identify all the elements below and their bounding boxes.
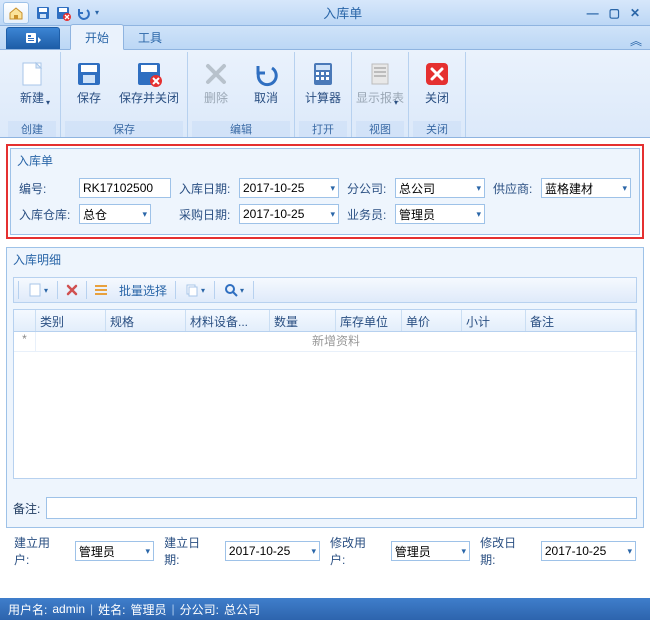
label-code: 编号:	[19, 180, 71, 197]
cancel-button[interactable]: 取消	[242, 54, 290, 121]
status-name-label: 姓名:	[98, 601, 125, 618]
operator-select[interactable]: 管理员	[395, 204, 485, 224]
minimize-button[interactable]: —	[587, 6, 599, 20]
col-category[interactable]: 类别	[36, 310, 106, 331]
calculator-button[interactable]: 计算器	[299, 54, 347, 121]
status-branch-label: 分公司:	[180, 601, 219, 618]
chevron-down-icon: ▾	[46, 98, 50, 107]
group-save: 保存	[65, 121, 183, 137]
label-warehouse: 入库仓库:	[19, 206, 71, 223]
ribbon-collapse-icon[interactable]: ︽	[630, 32, 642, 49]
create-date-picker[interactable]: 2017-10-25	[225, 541, 320, 561]
create-user-select[interactable]: 管理员	[75, 541, 154, 561]
group-edit: 编辑	[192, 121, 290, 137]
window-title: 入库单	[99, 3, 587, 22]
col-qty[interactable]: 数量	[270, 310, 336, 331]
remarks-input[interactable]	[46, 497, 637, 519]
label-supplier: 供应商:	[493, 180, 533, 197]
calculator-icon	[307, 58, 339, 90]
branch-select[interactable]: 总公司	[395, 178, 485, 198]
col-remarks[interactable]: 备注	[526, 310, 636, 331]
col-subtotal[interactable]: 小计	[462, 310, 526, 331]
ribbon-tabs: 开始 工具 ︽	[0, 26, 650, 50]
batch-select-button[interactable]: 批量选择	[115, 282, 171, 299]
label-modify-date: 修改日期:	[480, 534, 531, 568]
group-open: 打开	[299, 121, 347, 137]
grid-header: 类别 规格 材料设备... 数量 库存单位 单价 小计 备注	[14, 310, 636, 332]
status-user: admin	[52, 602, 85, 616]
detail-panel: 入库明细 批量选择 类别 规格 材料设备... 数量 库存单位 单价	[6, 247, 644, 528]
qat-undo-icon[interactable]	[75, 5, 91, 21]
save-close-icon	[133, 58, 165, 90]
new-icon	[16, 58, 48, 90]
group-view: 视图	[356, 121, 404, 137]
statusbar: 用户名: admin | 姓名: 管理员 | 分公司: 总公司	[0, 598, 650, 620]
col-spec[interactable]: 规格	[106, 310, 186, 331]
form-panel-highlight: 入库单 编号: RK17102500 入库日期: 2017-10-25 分公司:…	[6, 144, 644, 239]
show-report-button[interactable]: 显示报表 ▾	[356, 54, 404, 121]
supplier-select[interactable]: 蓝格建材	[541, 178, 631, 198]
label-create-date: 建立日期:	[164, 534, 215, 568]
warehouse-select[interactable]: 总仓	[79, 204, 151, 224]
close-button[interactable]: 关闭	[413, 54, 461, 121]
status-name: 管理员	[131, 601, 167, 618]
tab-start[interactable]: 开始	[70, 24, 124, 50]
modify-date-picker[interactable]: 2017-10-25	[541, 541, 636, 561]
toolbar-search-button[interactable]	[219, 280, 249, 300]
save-close-button[interactable]: 保存并关闭	[115, 54, 183, 121]
toolbar-new-button[interactable]	[23, 280, 53, 300]
save-button[interactable]: 保存	[65, 54, 113, 121]
report-icon	[364, 58, 396, 90]
quick-access-toolbar: ▾	[35, 5, 99, 21]
label-operator: 业务员:	[347, 206, 387, 223]
qat-save-close-icon[interactable]	[55, 5, 71, 21]
undo-icon	[250, 58, 282, 90]
chevron-down-icon: ▾	[394, 98, 398, 107]
tab-tools[interactable]: 工具	[124, 25, 176, 49]
footer-info: 建立用户: 管理员 建立日期: 2017-10-25 修改用户: 管理员 修改日…	[6, 528, 644, 574]
label-modify-user: 修改用户:	[330, 534, 381, 568]
col-unit[interactable]: 库存单位	[336, 310, 402, 331]
label-branch: 分公司:	[347, 180, 387, 197]
new-button[interactable]: 新建 ▾	[8, 54, 56, 121]
new-row-indicator: *	[14, 332, 36, 351]
file-menu-button[interactable]	[6, 27, 60, 49]
toolbar-delete-button[interactable]	[62, 280, 82, 300]
qat-save-icon[interactable]	[35, 5, 51, 21]
grid-new-row[interactable]: * 新增资料	[14, 332, 636, 352]
label-create-user: 建立用户:	[14, 534, 65, 568]
status-branch: 总公司	[224, 601, 260, 618]
code-input[interactable]: RK17102500	[79, 178, 171, 198]
form-title: 入库单	[11, 149, 639, 172]
detail-title: 入库明细	[7, 248, 643, 271]
purchase-date-picker[interactable]: 2017-10-25	[239, 204, 339, 224]
status-user-label: 用户名:	[8, 601, 47, 618]
in-date-picker[interactable]: 2017-10-25	[239, 178, 339, 198]
delete-button[interactable]: 删除	[192, 54, 240, 121]
col-price[interactable]: 单价	[402, 310, 462, 331]
modify-user-select[interactable]: 管理员	[391, 541, 470, 561]
col-material[interactable]: 材料设备...	[186, 310, 270, 331]
app-menu-button[interactable]	[3, 2, 29, 24]
close-window-button[interactable]: ✕	[630, 6, 640, 20]
ribbon: 新建 ▾ 创建 保存 保存并关闭 保存 删除 取消	[0, 50, 650, 138]
label-remarks: 备注:	[13, 500, 40, 517]
detail-grid: 类别 规格 材料设备... 数量 库存单位 单价 小计 备注 * 新增资料	[13, 309, 637, 479]
save-icon	[73, 58, 105, 90]
grid-hscrollbar[interactable]	[14, 478, 636, 479]
delete-icon	[200, 58, 232, 90]
grid-row-header	[14, 310, 36, 331]
maximize-button[interactable]: ▢	[609, 6, 620, 20]
titlebar: ▾ 入库单 — ▢ ✕	[0, 0, 650, 26]
detail-toolbar: 批量选择	[13, 277, 637, 303]
new-row-placeholder: 新增资料	[36, 332, 636, 351]
group-create: 创建	[8, 121, 56, 137]
label-purchase-date: 采购日期:	[179, 206, 231, 223]
group-close: 关闭	[413, 121, 461, 137]
close-icon	[421, 58, 453, 90]
toolbar-list-icon[interactable]	[91, 280, 111, 300]
label-in-date: 入库日期:	[179, 180, 231, 197]
toolbar-copy-button[interactable]	[180, 280, 210, 300]
